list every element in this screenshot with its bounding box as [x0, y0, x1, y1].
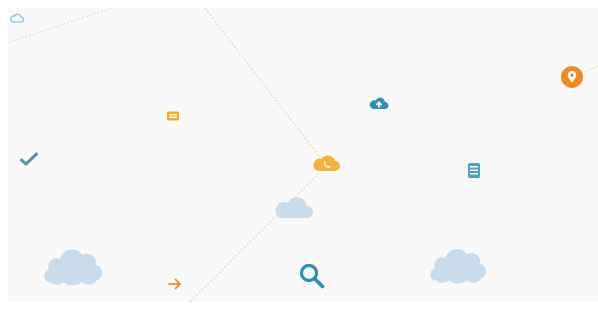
cloud-large-icon	[44, 249, 103, 286]
connector-line	[204, 7, 323, 161]
connector-line	[9, 7, 113, 43]
search-icon	[299, 263, 325, 289]
cloud-phone-icon	[313, 155, 340, 171]
cloud-upload-icon	[369, 97, 389, 109]
card-icon	[167, 111, 179, 121]
cloud-outline-icon	[10, 13, 24, 23]
connector-line	[584, 65, 598, 73]
cloud-large-icon	[430, 248, 486, 284]
location-pin-icon	[561, 66, 583, 88]
cloud-large-icon	[275, 197, 313, 218]
database-icon	[468, 163, 480, 178]
checkmark-icon	[20, 152, 38, 166]
illustration-canvas	[0, 0, 598, 317]
arrow-right-icon	[168, 278, 181, 290]
